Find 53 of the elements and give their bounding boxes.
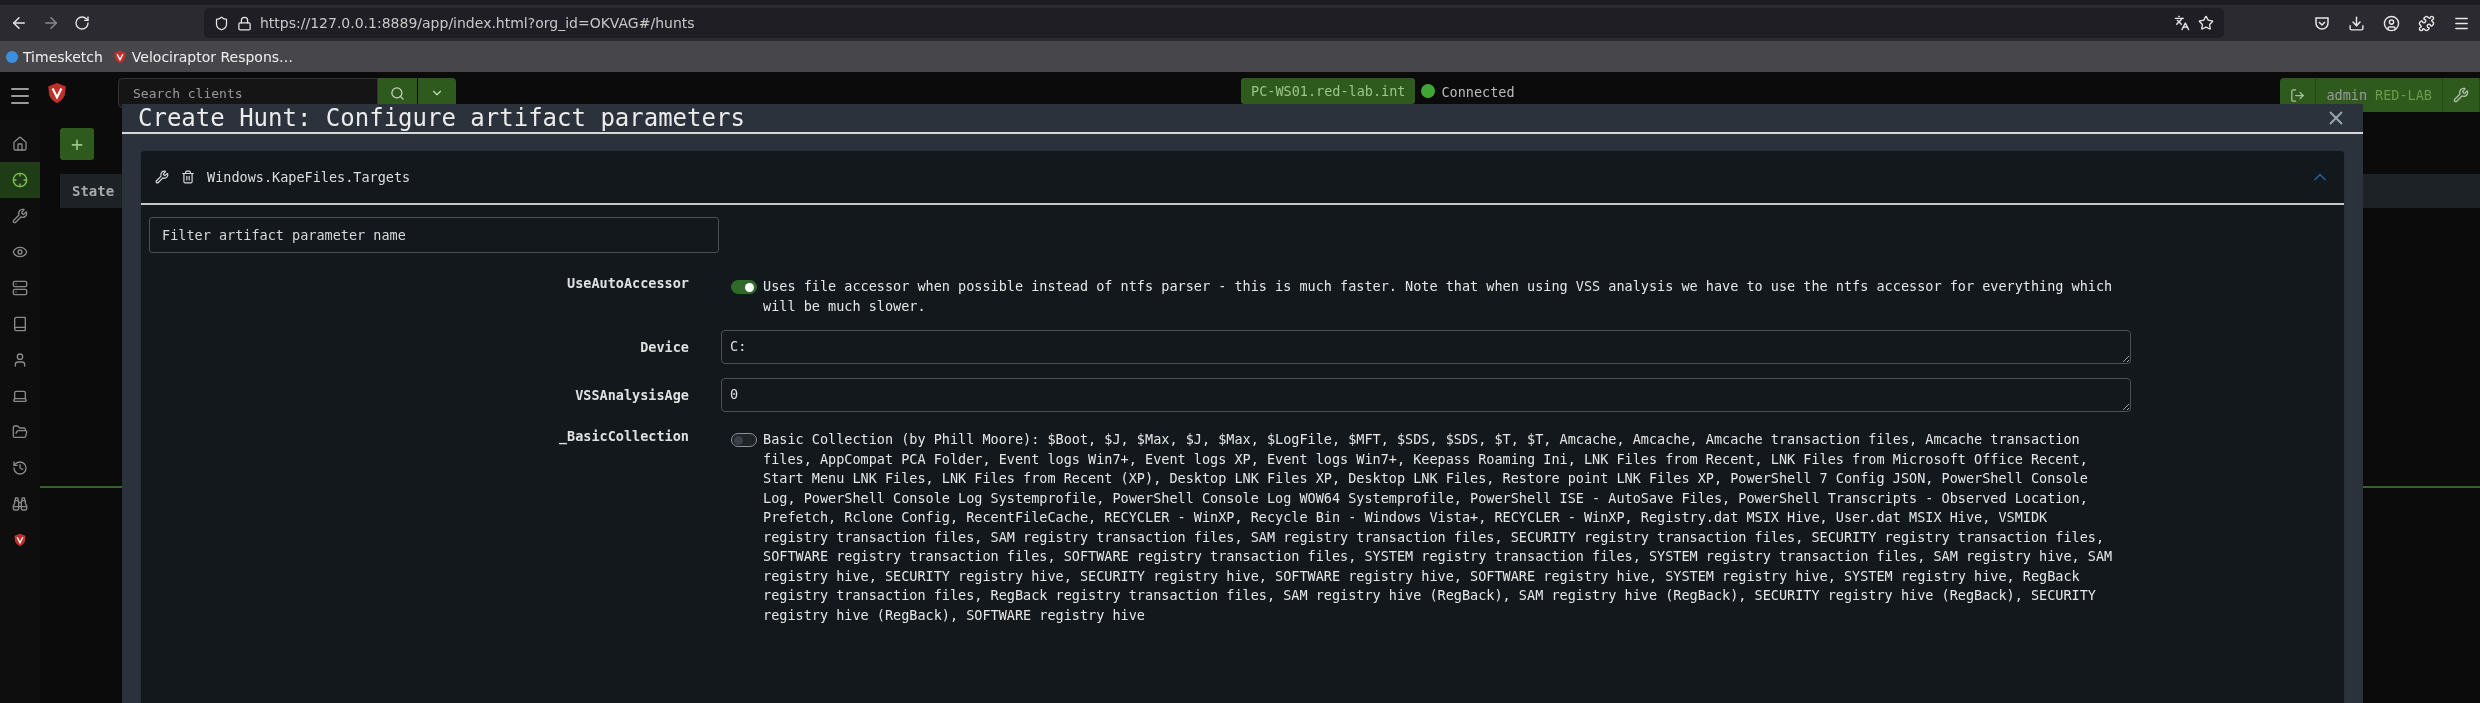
parameter-label: Device xyxy=(639,338,689,357)
bookmark-icon xyxy=(6,50,18,63)
bookmark-link[interactable]: Timesketch xyxy=(6,48,103,65)
user-icon xyxy=(12,352,28,368)
parameter-label: _BasicCollection xyxy=(557,427,689,447)
bookmark-link[interactable]: Velociraptor Respons… xyxy=(112,48,294,65)
laptop-icon xyxy=(12,388,28,404)
pocket-icon[interactable] xyxy=(2314,15,2330,31)
account-icon[interactable] xyxy=(2383,14,2400,32)
server-icon xyxy=(12,280,28,296)
shield-logo-icon xyxy=(13,533,27,547)
parameter-input-field[interactable]: C: xyxy=(721,330,2131,364)
parameter-label: UseAutoAccessor xyxy=(566,274,689,293)
history-icon xyxy=(12,460,28,476)
connection-status: Connected xyxy=(1441,83,1515,100)
org-name: RED-LAB xyxy=(2375,87,2432,103)
toggle-switch[interactable] xyxy=(731,280,757,294)
translate-icon[interactable] xyxy=(2174,15,2190,31)
logout-icon xyxy=(2290,87,2306,103)
search-icon xyxy=(390,85,405,101)
parameter-description: Basic Collection (by Phill Moore): $Boot, $J, $Max, $J, $Max, $LogFile, $MFT, $SDS, $SDS, $T, $T, Amcache, Amcache, Amcache transaction files, Amcache transaction files, AppCompat PCA Folder, Event logs Win7+, Event logs XP, Event logs Win7+, Keepass Roaming Ini, LNK Files from Recent, LNK Files from Microsoft Office Recent, Start Menu LNK Files, LNK Files from Recent (XP), Desktop LNK Files XP, Desktop LNK Files, Restore point LNK Files XP, PowerShell 7 Config JSON, PowerShell Console Log, PowerShell Console Log Systemprofile, PowerShell Console Log WOW64 Systemprofile, PowerShell ISE - AutoSave Files, PowerShell Transcripts - Observed Location, Prefetch, Rclone Config, RecentFileCache, RECYCLER - WinXP, Recycle Bin - Windows Vista+, RECYCLER - WinXP, Registry.dat MSIX Hive, User.dat MSIX Hive, VSMIDK registry transaction files, SAM registry transaction files, SAM registry transaction files, SECURITY registry transaction files, SECURITY registry transaction files, SOFTWARE registry transaction files, SOFTWARE registry transaction files, SYSTEM registry transaction files, SYSTEM registry transaction files, SAM registry hive, SAM registry hive, SECURITY registry hive, SECURITY registry hive, SOFTWARE registry hive, SOFTWARE registry hive, SYSTEM registry hive, SYSTEM registry hive, RegBack registry transaction files, RegBack registry transaction files, SAM registry hive (RegBack), SAM registry hive (RegBack), SECURITY registry hive (RegBack), SECURITY registry hive (RegBack), SOFTWARE registry hive xyxy=(763,430,2113,625)
home-icon xyxy=(12,136,28,152)
download-icon[interactable] xyxy=(2348,14,2365,32)
wrench-icon[interactable] xyxy=(155,170,169,184)
parameter-label: VSSAnalysisAge xyxy=(574,386,689,405)
reload-icon[interactable] xyxy=(74,15,90,31)
add-button[interactable]: + xyxy=(60,128,94,160)
binoculars-icon xyxy=(12,496,28,512)
crosshair-icon xyxy=(12,172,28,188)
column-header: State xyxy=(72,183,115,199)
forward-icon[interactable] xyxy=(42,14,60,32)
star-icon[interactable] xyxy=(2198,15,2214,31)
book-icon xyxy=(12,316,28,332)
parameter-description: Uses file accessor when possible instead of ntfs parser - this is much faster. Note that when using VSS analysis we have to use the ntfs accessor for everything which will be much slower. xyxy=(763,277,2113,316)
trash-icon[interactable] xyxy=(181,170,195,184)
toggle-switch[interactable] xyxy=(731,433,757,447)
sidebar-item[interactable] xyxy=(0,162,40,198)
folder-icon xyxy=(12,424,28,440)
artifact-name: Windows.KapeFiles.Targets xyxy=(207,169,412,185)
wrench-icon xyxy=(12,208,28,224)
puzzle-icon[interactable] xyxy=(2418,14,2435,32)
lock-icon xyxy=(237,15,252,31)
parameter-input-field[interactable]: 0 xyxy=(721,378,2131,412)
shield-logo-icon xyxy=(112,49,127,64)
shield-icon xyxy=(214,15,229,31)
shield-logo-icon xyxy=(46,82,68,104)
address-bar[interactable]: https://127.0.0.1:8889/app/index.html?org_id=OKVAG#/hunts xyxy=(204,8,2224,38)
filter-field[interactable]: Filter artifact parameter name xyxy=(149,217,719,253)
back-icon[interactable] xyxy=(10,14,28,32)
user-name: admin xyxy=(2326,87,2368,103)
client-name-tag[interactable]: PC-WS01.red-lab.int xyxy=(1241,78,1416,104)
eye-icon xyxy=(12,244,28,260)
wrench-icon xyxy=(2453,87,2469,103)
